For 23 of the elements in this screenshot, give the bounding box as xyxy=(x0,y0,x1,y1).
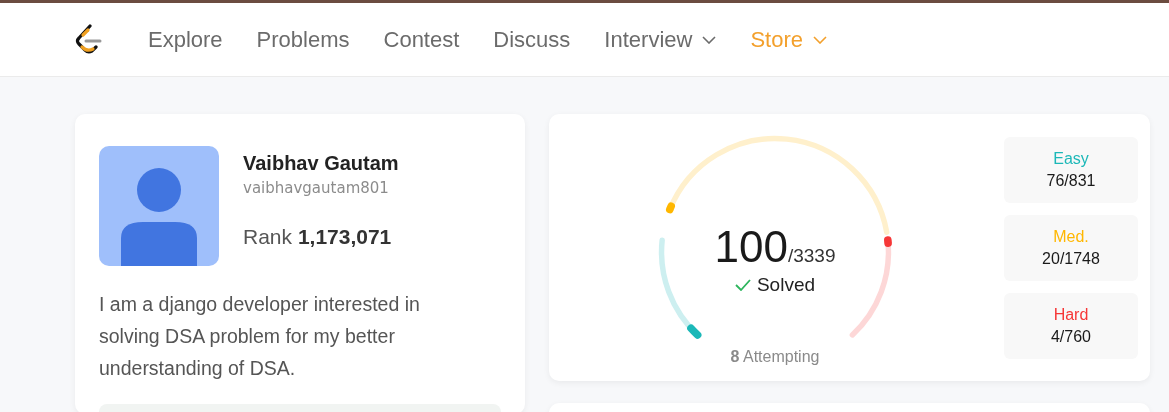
username: vaibhavgautam801 xyxy=(243,179,390,197)
nav-link[interactable]: Interview xyxy=(604,26,717,53)
logo-icon[interactable] xyxy=(74,23,102,56)
bio-text: I am a django developer interested in solving DSA problem for my better understanding of DSA. xyxy=(99,292,421,381)
total-count: /3339 xyxy=(787,244,836,266)
rank-value: 1,173,071 xyxy=(297,225,392,248)
check-icon xyxy=(734,278,751,291)
difficulty-label: Hard xyxy=(1053,305,1089,324)
difficulty-count: 20/1748 xyxy=(1042,249,1100,268)
solved-label: Solved xyxy=(756,273,816,296)
rank-label: Rank xyxy=(243,225,293,248)
difficulty-label: Med. xyxy=(1053,227,1089,246)
difficulty-count: 4/760 xyxy=(1050,327,1091,346)
attempting-label: Attempting xyxy=(743,347,820,365)
attempting-count: 8 xyxy=(730,347,740,365)
difficulty-count: 76/831 xyxy=(1046,171,1096,190)
nav-link[interactable]: Contest xyxy=(383,26,460,53)
nav-link[interactable]: Explore xyxy=(148,26,223,53)
user-name: Vaibhav Gautam xyxy=(243,152,399,175)
nav-link[interactable]: Problems xyxy=(256,26,350,53)
nav-link[interactable]: Discuss xyxy=(493,26,571,53)
solved-count: 100 xyxy=(714,221,788,271)
difficulty-label: Easy xyxy=(1053,149,1089,168)
